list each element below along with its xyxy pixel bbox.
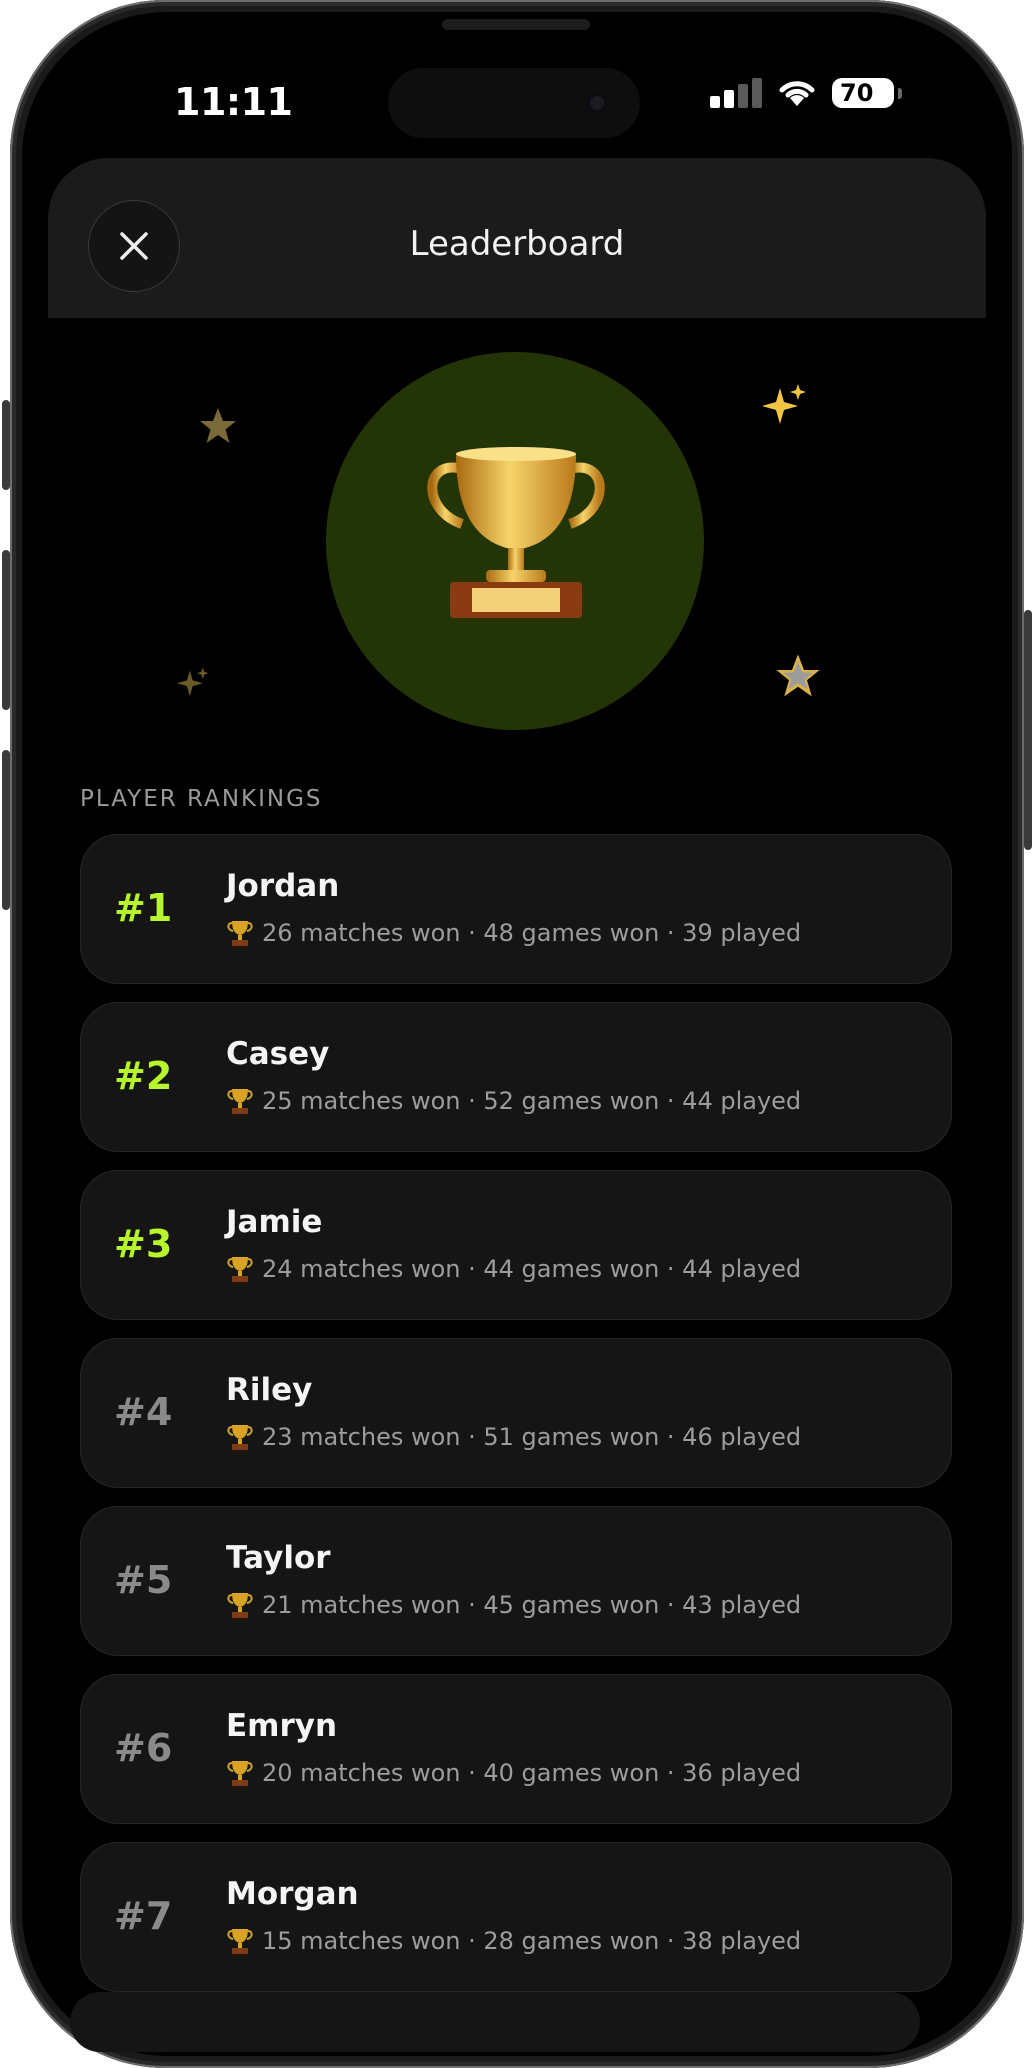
list-item[interactable]: #7 Morgan 15 matches won · 28 games won … [80, 1842, 952, 1992]
player-stats: 20 matches won · 40 games won · 36 playe… [226, 1758, 801, 1788]
player-name: Morgan [226, 1876, 359, 1912]
player-stats: 26 matches won · 48 games won · 39 playe… [226, 918, 801, 948]
player-name: Jordan [226, 868, 340, 904]
player-name: Jamie [226, 1204, 323, 1240]
list-item[interactable]: #4 Riley 23 matches won · 51 games won ·… [80, 1338, 952, 1488]
sheet-header: Leaderboard [48, 158, 986, 318]
player-stats: 24 matches won · 44 games won · 44 playe… [226, 1254, 801, 1284]
player-stats: 23 matches won · 51 games won · 46 playe… [226, 1422, 801, 1452]
sparkles-icon [176, 667, 209, 697]
trophy-icon [227, 1257, 253, 1282]
trophy-icon [227, 1089, 253, 1114]
volume-up-button [2, 550, 10, 710]
trophy-icon [227, 1929, 253, 1954]
rank-number: #2 [114, 1054, 173, 1098]
rank-number: #7 [114, 1894, 173, 1938]
speaker-grille [442, 19, 590, 30]
wifi-icon [779, 81, 815, 106]
rank-number: #3 [114, 1222, 173, 1266]
stats-text: 21 matches won · 45 games won · 43 playe… [262, 1591, 802, 1619]
signal-icon [710, 78, 768, 108]
rank-number: #4 [114, 1390, 173, 1434]
player-stats: 25 matches won · 52 games won · 44 playe… [226, 1086, 801, 1116]
action-button [2, 400, 10, 490]
page-title: Leaderboard [409, 224, 625, 264]
sparkles-icon [762, 384, 806, 424]
screen: 11:11 70 Leaderboard PLAYER RANKINGS #1 … [22, 12, 1012, 2056]
rank-number: #5 [114, 1558, 173, 1602]
list-item[interactable]: #2 Casey 25 matches won · 52 games won ·… [80, 1002, 952, 1152]
trophy-icon [227, 921, 253, 946]
power-button [1024, 610, 1032, 850]
stats-text: 25 matches won · 52 games won · 44 playe… [262, 1087, 802, 1115]
camera-icon [586, 92, 608, 114]
player-stats: 15 matches won · 28 games won · 38 playe… [226, 1926, 801, 1956]
list-item[interactable]: #1 Jordan 26 matches won · 48 games won … [80, 834, 952, 984]
stats-text: 23 matches won · 51 games won · 46 playe… [262, 1423, 802, 1451]
stats-text: 24 matches won · 44 games won · 44 playe… [262, 1255, 802, 1283]
player-name: Riley [226, 1372, 313, 1408]
player-name: Emryn [226, 1708, 338, 1744]
star-icon [776, 654, 820, 697]
trophy-icon [227, 1425, 253, 1450]
section-label: PLAYER RANKINGS [80, 786, 323, 812]
dynamic-island [388, 68, 640, 138]
rank-number: #1 [114, 886, 173, 930]
stats-text: 20 matches won · 40 games won · 36 playe… [262, 1759, 802, 1787]
status-time: 11:11 [174, 80, 293, 124]
list-item[interactable]: #5 Taylor 21 matches won · 45 games won … [80, 1506, 952, 1656]
rankings-list: #1 Jordan 26 matches won · 48 games won … [80, 834, 952, 2010]
stats-text: 26 matches won · 48 games won · 39 playe… [262, 919, 802, 947]
player-stats: 21 matches won · 45 games won · 43 playe… [226, 1590, 801, 1620]
list-item[interactable]: #3 Jamie 24 matches won · 44 games won ·… [80, 1170, 952, 1320]
star-icon [200, 408, 236, 443]
trophy-icon [227, 1593, 253, 1618]
trophy-icon [427, 447, 605, 618]
battery-icon: 70 [832, 78, 894, 108]
player-name: Casey [226, 1036, 330, 1072]
battery-level: 70 [840, 79, 874, 107]
battery-tip [898, 88, 902, 99]
trophy-icon [227, 1761, 253, 1786]
list-item-partial [70, 1992, 920, 2052]
player-name: Taylor [226, 1540, 331, 1576]
list-item[interactable]: #6 Emryn 20 matches won · 40 games won ·… [80, 1674, 952, 1824]
volume-down-button [2, 750, 10, 910]
rank-number: #6 [114, 1726, 173, 1770]
stats-text: 15 matches won · 28 games won · 38 playe… [262, 1927, 802, 1955]
